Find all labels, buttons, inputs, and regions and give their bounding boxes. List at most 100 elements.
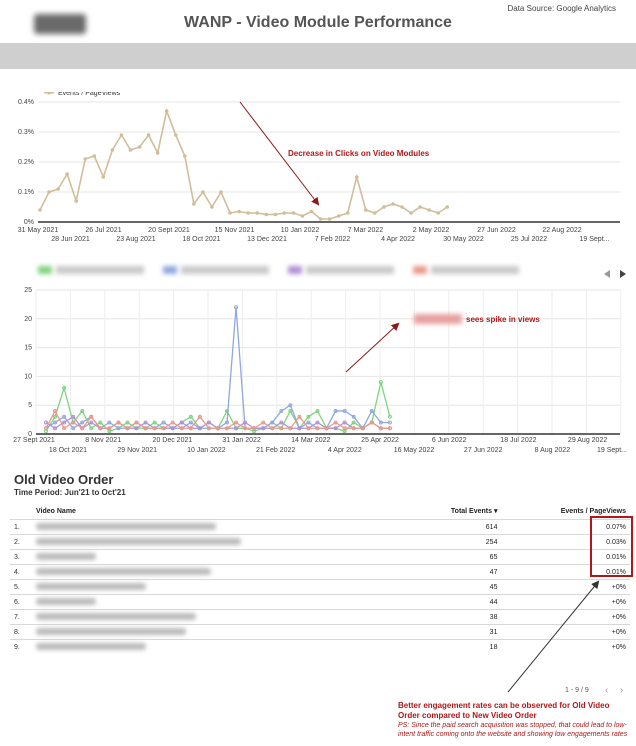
data-point xyxy=(282,211,287,215)
x-tick-label: 10 Jan 2022 xyxy=(281,227,320,234)
data-point xyxy=(309,209,314,214)
x-tick-label: 25 Jul 2022 xyxy=(511,236,547,243)
x-tick-label: 7 Mar 2022 xyxy=(348,227,384,234)
data-point xyxy=(400,205,404,209)
legend-label-redacted xyxy=(181,266,269,274)
x-tick-label: 14 Mar 2022 xyxy=(291,437,330,444)
events-pageviews-chart: 0% 0.1% 0.2% 0.3% 0.4% 31 May 2021 26 Jul 2021… xyxy=(18,92,620,243)
data-point xyxy=(327,217,332,221)
legend-label-redacted xyxy=(431,266,519,274)
x-tick-label: 13 Dec 2021 xyxy=(247,236,287,243)
page-title: WANP - Video Module Performance xyxy=(184,14,452,31)
y-tick-label: 10 xyxy=(24,373,32,380)
data-point xyxy=(409,211,413,215)
data-point xyxy=(264,212,269,217)
x-tick-label: 28 Jun 2021 xyxy=(51,236,90,243)
data-point xyxy=(92,154,97,158)
data-point xyxy=(146,133,151,137)
x-tick-label: 16 May 2022 xyxy=(394,447,435,454)
data-point xyxy=(318,217,323,221)
x-tick-label: 27 Jun 2022 xyxy=(477,227,516,234)
y-tick-label: 20 xyxy=(24,316,32,323)
data-point xyxy=(119,133,124,137)
data-point xyxy=(173,133,178,137)
legend-dot xyxy=(47,92,51,95)
data-point xyxy=(83,157,88,161)
note-ps: PS: Since the paid search acquisition wa… xyxy=(398,722,628,738)
data-point xyxy=(273,212,278,217)
legend-swatch xyxy=(163,266,177,274)
annotation-text: Decrease in Clicks on Video Modules xyxy=(288,149,430,158)
redacted-text xyxy=(36,538,241,546)
y-tick-label: 0.2% xyxy=(18,159,34,166)
x-tick-label: 18 Oct 2021 xyxy=(49,447,87,454)
x-tick-label: 29 Nov 2021 xyxy=(117,447,157,454)
series-line xyxy=(39,108,448,220)
legend-next-icon xyxy=(620,270,626,278)
legend-swatch xyxy=(288,266,302,274)
x-tick-label: 20 Sept 2021 xyxy=(148,227,190,234)
table-title: Old Video Order xyxy=(14,472,114,487)
data-point xyxy=(373,211,377,215)
col-video-name[interactable]: Video Name xyxy=(32,503,406,520)
total-events-cell: 254 xyxy=(405,534,502,550)
data-point xyxy=(192,202,196,206)
x-tick-label: 25 Apr 2022 xyxy=(361,437,399,444)
legend-prev-icon xyxy=(604,270,610,278)
data-point xyxy=(210,205,214,209)
x-tick-label: 2 May 2022 xyxy=(413,227,450,234)
data-point xyxy=(445,205,450,209)
col-total-events[interactable]: Total Events ▾ xyxy=(406,503,502,520)
y-tick-label: 0.4% xyxy=(18,99,34,106)
data-point xyxy=(436,211,441,215)
table-row[interactable]: 2. 254 0.03% xyxy=(10,534,630,550)
x-tick-label: 7 Feb 2022 xyxy=(315,236,351,243)
video-name-redacted xyxy=(32,519,406,535)
data-point xyxy=(219,190,223,194)
data-point xyxy=(101,175,106,179)
redacted-name xyxy=(414,314,462,324)
video-events-chart: 051015202527 Sept 2021 8 Nov 2021 20 Dec 2… xyxy=(13,266,627,454)
note-arrow-line xyxy=(507,580,600,693)
data-point xyxy=(201,190,205,194)
y-tick-label: 0.1% xyxy=(18,189,34,196)
row-index: 2. xyxy=(10,534,32,550)
x-tick-label: 27 Jun 2022 xyxy=(464,447,503,454)
table-row[interactable]: 1. 614 0.07% xyxy=(10,519,630,535)
data-point xyxy=(128,148,133,152)
x-tick-label: 10 Jan 2022 xyxy=(187,447,226,454)
data-point xyxy=(391,202,395,206)
data-point xyxy=(56,187,60,191)
data-point xyxy=(74,199,78,203)
data-point xyxy=(382,205,386,209)
data-point xyxy=(137,145,142,149)
x-tick-label: 4 Apr 2022 xyxy=(381,236,415,243)
data-point xyxy=(228,211,232,215)
data-point xyxy=(364,208,368,212)
x-tick-label: 31 Jan 2022 xyxy=(222,437,261,444)
x-tick-label: 19 Sept... xyxy=(580,236,610,243)
x-tick-label: 22 Aug 2022 xyxy=(542,227,581,234)
x-tick-label: 31 May 2021 xyxy=(18,227,59,234)
series-line xyxy=(45,409,390,430)
data-point xyxy=(300,214,305,218)
data-point xyxy=(418,205,422,209)
annotation-text: sees spike in views xyxy=(466,315,540,324)
data-source-label: Data Source: Google Analytics xyxy=(507,4,616,13)
data-point xyxy=(336,214,341,218)
table-period: Time Period: Jun'21 to Oct'21 xyxy=(14,488,126,497)
data-point xyxy=(345,211,350,215)
x-tick-label: 18 Jul 2022 xyxy=(500,437,536,444)
x-tick-label: 26 Jul 2021 xyxy=(85,227,121,234)
total-events-cell: 614 xyxy=(405,519,502,535)
legend-label: Events / PageViews xyxy=(58,92,121,97)
x-tick-label: 8 Nov 2021 xyxy=(85,437,121,444)
data-point xyxy=(291,211,296,215)
x-tick-label: 23 Aug 2021 xyxy=(116,236,155,243)
x-tick-label: 15 Nov 2021 xyxy=(215,227,255,234)
x-tick-label: 30 May 2022 xyxy=(443,236,484,243)
video-name-redacted xyxy=(32,534,406,550)
x-tick-label: 8 Aug 2022 xyxy=(535,447,571,454)
series-line xyxy=(45,307,390,430)
data-point xyxy=(354,175,359,179)
